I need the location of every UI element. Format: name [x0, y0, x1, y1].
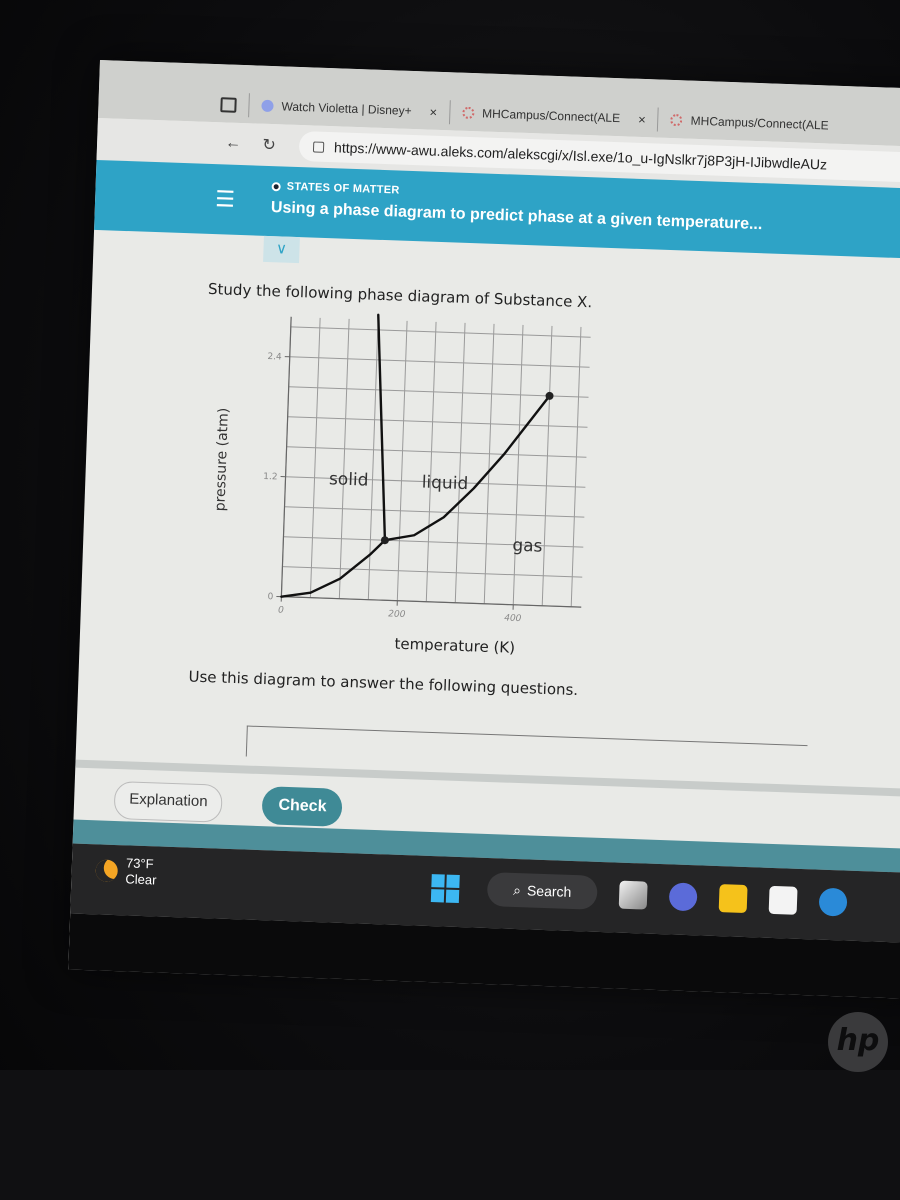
laptop-screen: Watch Violetta | Disney+ × MHCampus/Conn… [68, 60, 900, 1000]
tab-actions-icon [220, 96, 237, 113]
grid-line-vertical [309, 317, 321, 598]
phase-diagram: 0 200 400 0 1.2 2.4 pressure (atm) temperature … [200, 304, 612, 658]
search-icon: ⌕ [512, 881, 522, 898]
question-outro: Use this diagram to answer the following… [188, 667, 579, 700]
lock-icon [312, 140, 325, 153]
tab-mhcampus-1[interactable]: MHCampus/Connect(ALE × [448, 100, 659, 132]
explanation-button[interactable]: Explanation [113, 780, 224, 823]
x-axis [281, 596, 582, 608]
y-tick-label: 2.4 [267, 352, 282, 363]
grid-line-vertical [483, 323, 495, 604]
grid-line-horizontal [286, 446, 587, 458]
back-button[interactable]: ← [215, 134, 252, 153]
region-label-gas: gas [512, 536, 543, 557]
tab-label: MHCampus/Connect(ALE [481, 106, 621, 126]
tab-mhcampus-2[interactable]: MHCampus/Connect(ALE [657, 107, 842, 138]
action-buttons: Explanation Check [113, 780, 344, 827]
x-tick-label: 0 [278, 606, 284, 616]
close-icon[interactable]: × [638, 111, 646, 126]
tab-label: Watch Violetta | Disney+ [281, 99, 412, 118]
grid-line-vertical [396, 320, 408, 601]
x-tick-label: 400 [504, 613, 522, 624]
grid-line-horizontal [282, 566, 583, 578]
menu-icon[interactable]: ☰ [215, 186, 236, 213]
tab-disney[interactable]: Watch Violetta | Disney+ × [248, 93, 450, 125]
edge-browser-icon[interactable] [818, 887, 848, 917]
region-label-solid: solid [329, 469, 369, 490]
y-axis [280, 316, 292, 597]
y-tick-label: 0 [267, 592, 273, 602]
tab-label: MHCampus/Connect(ALE [690, 113, 829, 133]
topic-status-icon [271, 181, 281, 191]
y-tick-label: 1.2 [263, 472, 278, 482]
tab-actions-button[interactable] [208, 92, 249, 117]
check-button[interactable]: Check [261, 786, 344, 827]
grid-line-horizontal [290, 326, 591, 338]
meet-chat-icon[interactable] [668, 882, 698, 912]
grid-line-vertical [367, 319, 379, 600]
grid-line-horizontal [289, 356, 590, 368]
windows-start-button[interactable] [430, 874, 460, 904]
url-text: https://www-awu.aleks.com/alekscgi/x/Isl… [333, 139, 828, 173]
topic-text: STATES OF MATTER [286, 180, 400, 197]
grid-line-horizontal [288, 386, 589, 398]
region-label-liquid: liquid [421, 472, 468, 494]
y-axis-label: pressure (atm) [212, 407, 232, 511]
mhcampus-icon [670, 113, 683, 127]
task-view-icon[interactable] [618, 880, 648, 910]
grid-line-horizontal [287, 416, 588, 428]
x-axis-label: temperature (K) [394, 635, 515, 657]
grid-line-vertical [425, 321, 437, 602]
search-label: Search [526, 882, 572, 900]
collapse-toggle[interactable]: ∨ [263, 235, 300, 264]
microsoft-store-icon[interactable] [768, 885, 798, 915]
phase-diagram-svg: 0 200 400 0 1.2 2.4 pressure (atm) temperature … [212, 313, 591, 657]
grid-line-horizontal [284, 506, 585, 518]
grid-line-vertical [570, 326, 582, 607]
question-content: Study the following phase diagram of Sub… [188, 264, 900, 777]
weather-widget[interactable]: 73°F Clear [95, 854, 157, 888]
disney-plus-icon [261, 99, 274, 113]
moon-icon [95, 859, 119, 883]
windows-logo-icon [431, 874, 445, 888]
vaporization-curve [383, 394, 551, 542]
laptop-base [0, 1070, 900, 1200]
refresh-button[interactable]: ↻ [251, 134, 288, 155]
taskbar-search[interactable]: ⌕ Search [486, 872, 598, 910]
mhcampus-icon [461, 106, 475, 120]
weather-temperature: 73°F [125, 855, 154, 872]
grid-line-vertical [454, 322, 466, 603]
x-tick-label: 200 [388, 609, 406, 620]
weather-condition: Clear [125, 871, 157, 888]
page-title: Using a phase diagram to predict phase a… [270, 199, 763, 234]
grid-line-vertical [541, 325, 553, 606]
hp-logo: hp [828, 1012, 888, 1072]
melting-curve [377, 313, 387, 542]
close-icon[interactable]: × [429, 104, 437, 119]
grid-line-vertical [512, 324, 524, 605]
topic-label: STATES OF MATTER [271, 180, 400, 197]
grid-line-vertical [338, 318, 350, 599]
file-explorer-icon[interactable] [718, 884, 748, 914]
